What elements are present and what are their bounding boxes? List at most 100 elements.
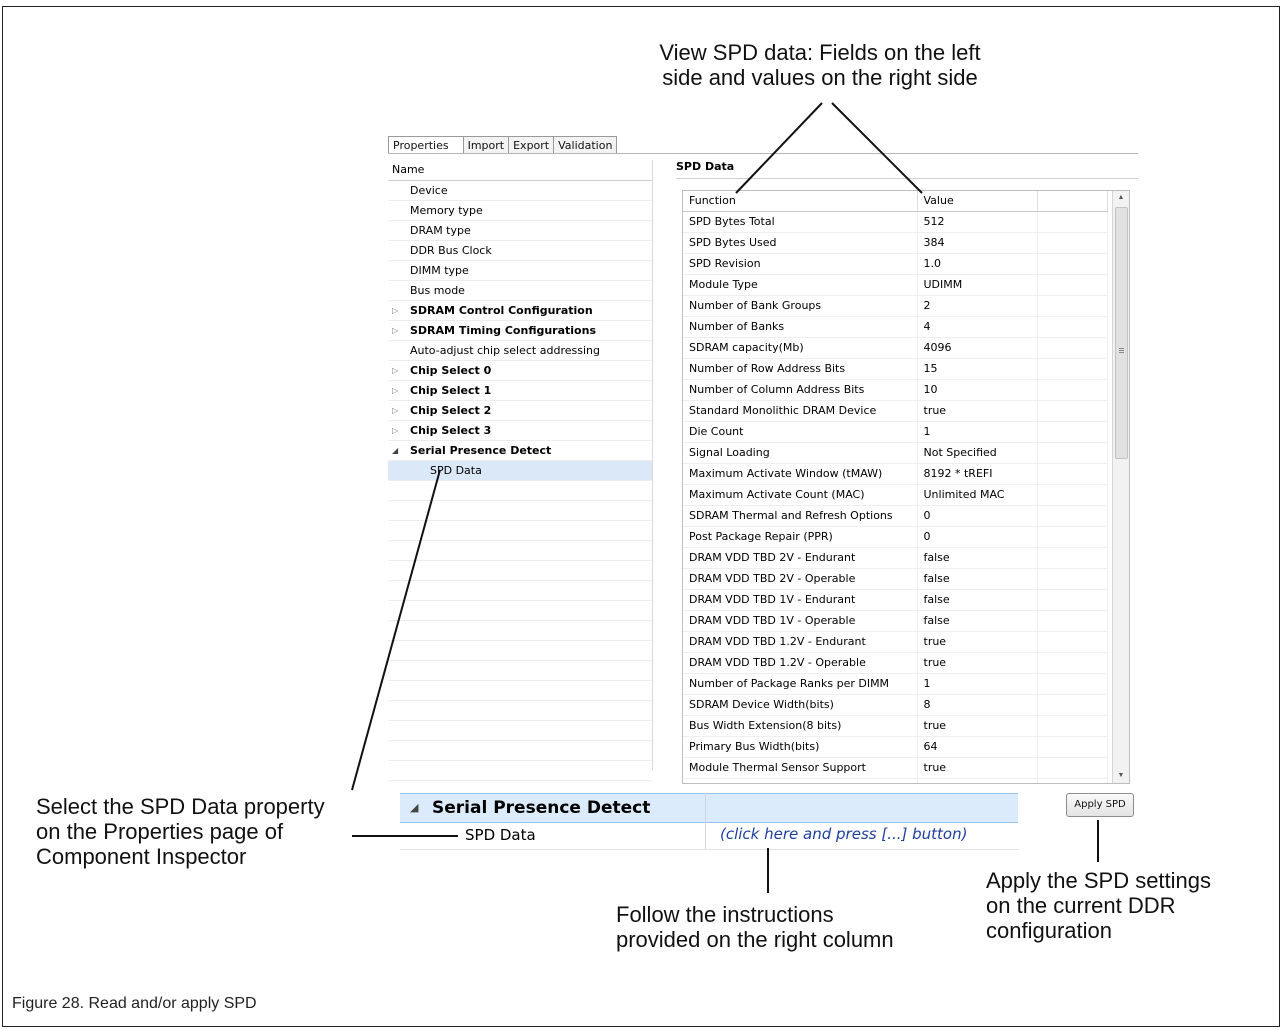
- spd-blank-cell: [1037, 421, 1108, 443]
- tree-item-chip-select-2[interactable]: ▷ Chip Select 2: [388, 401, 652, 421]
- tree-empty-row: [388, 681, 652, 701]
- spd-panel-title: SPD Data: [676, 160, 735, 173]
- table-row[interactable]: DRAM VDD TBD 1.2V - Operable true: [683, 652, 1108, 674]
- inset-section-label: Serial Presence Detect: [432, 798, 651, 818]
- table-row[interactable]: DRAM VDD TBD 1V - Operable false: [683, 610, 1108, 632]
- tree-empty-row: [388, 741, 652, 761]
- table-row[interactable]: Maximum Activate Window (tMAW) 8192 * tRE…: [683, 463, 1108, 485]
- tree-item-serial-presence-detect[interactable]: ◢ Serial Presence Detect: [388, 441, 652, 461]
- tree-item-dimm-type[interactable]: DIMM type: [388, 261, 652, 281]
- spd-blank-cell: [1037, 484, 1108, 506]
- spd-function-cell: DRAM VDD TBD 2V - Operable: [683, 568, 918, 590]
- middle-annotation-line1: Follow the instructions: [616, 902, 834, 927]
- table-row[interactable]: Number of Column Address Bits 10: [683, 379, 1108, 401]
- tree-item-label: DRAM type: [410, 224, 471, 237]
- tree-item-sdram-timing-configurations[interactable]: ▷ SDRAM Timing Configurations: [388, 321, 652, 341]
- spd-function-cell: SDRAM Thermal and Refresh Options: [683, 505, 918, 527]
- tree-item-device[interactable]: Device: [388, 181, 652, 201]
- table-row[interactable]: Primary Bus Width(bits) 64: [683, 736, 1108, 758]
- tree-item-sdram-control-configuration[interactable]: ▷ SDRAM Control Configuration: [388, 301, 652, 321]
- table-row[interactable]: Die Count 1: [683, 421, 1108, 443]
- table-row[interactable]: Number of Package Ranks per DIMM 1: [683, 673, 1108, 695]
- middle-annotation: Follow the instructions provided on the …: [616, 902, 956, 952]
- spd-function-cell: Post Package Repair (PPR): [683, 526, 918, 548]
- inset-spd-data-label[interactable]: SPD Data: [465, 826, 536, 844]
- table-row[interactable]: DRAM VDD TBD 2V - Endurant false: [683, 547, 1108, 569]
- tree-item-dram-type[interactable]: DRAM type: [388, 221, 652, 241]
- table-row[interactable]: Number of Row Address Bits 15: [683, 358, 1108, 380]
- tree-item-chip-select-0[interactable]: ▷ Chip Select 0: [388, 361, 652, 381]
- tree-item-spd-data[interactable]: SPD Data: [388, 461, 652, 481]
- spd-data-table: Function Value SPD Bytes Total 512 SPD Byt…: [682, 190, 1130, 784]
- column-header-value[interactable]: Value: [917, 191, 1038, 212]
- table-row[interactable]: Post Package Repair (PPR) 0: [683, 526, 1108, 548]
- table-row[interactable]: SDRAM Device Width(bits) 8: [683, 694, 1108, 716]
- tab-export[interactable]: Export: [508, 136, 555, 154]
- spd-function-cell: DRAM VDD TBD 1V - Endurant: [683, 589, 918, 611]
- spd-table-scrollbar[interactable]: ▲ ▼: [1112, 191, 1129, 783]
- spd-blank-cell: [1037, 547, 1108, 569]
- left-annotation-line3: Component Inspector: [36, 844, 247, 869]
- tree-item-auto-adjust[interactable]: Auto-adjust chip select addressing: [388, 341, 652, 361]
- inset-section-header[interactable]: ◢ Serial Presence Detect: [400, 793, 1018, 823]
- table-row[interactable]: SPD Revision 1.0: [683, 253, 1108, 275]
- spd-blank-cell: [1037, 778, 1108, 783]
- table-row[interactable]: Signal Loading Not Specified: [683, 442, 1108, 464]
- table-row[interactable]: Standard Monolithic DRAM Device true: [683, 400, 1108, 422]
- tree-item-chip-select-1[interactable]: ▷ Chip Select 1: [388, 381, 652, 401]
- table-row[interactable]: Number of Bank Groups 2: [683, 295, 1108, 317]
- expand-arrow-icon[interactable]: ▷: [392, 321, 402, 340]
- table-row[interactable]: Bus Width Extension(8 bits) true: [683, 715, 1108, 737]
- tab-validation[interactable]: Validation: [553, 136, 618, 154]
- table-row[interactable]: Extended Base Module Type0: [683, 778, 1108, 783]
- spd-blank-cell: [1037, 463, 1108, 485]
- tab-properties[interactable]: Properties: [388, 136, 464, 154]
- tab-import[interactable]: Import: [462, 136, 510, 154]
- spd-function-cell: SPD Bytes Used: [683, 232, 918, 254]
- column-header-blank: [1037, 191, 1108, 212]
- table-row[interactable]: SPD Bytes Used 384: [683, 232, 1108, 254]
- table-row[interactable]: Maximum Activate Count (MAC) Unlimited MA…: [683, 484, 1108, 506]
- right-annotation: Apply the SPD settings on the current DD…: [986, 868, 1266, 943]
- collapse-arrow-icon[interactable]: ◢: [410, 794, 418, 822]
- scroll-up-arrow-icon[interactable]: ▲: [1113, 191, 1129, 205]
- table-row[interactable]: DRAM VDD TBD 1.2V - Endurant true: [683, 631, 1108, 653]
- spd-blank-cell: [1037, 274, 1108, 296]
- column-header-function[interactable]: Function: [683, 191, 918, 212]
- tree-item-label: SDRAM Control Configuration: [410, 304, 593, 317]
- tree-item-memory-type[interactable]: Memory type: [388, 201, 652, 221]
- expand-arrow-icon[interactable]: ▷: [392, 381, 402, 400]
- tree-empty-row: [388, 641, 652, 661]
- expand-arrow-icon[interactable]: ▷: [392, 361, 402, 380]
- spd-value-cell: 4: [917, 316, 1038, 338]
- inset-spd-data-value[interactable]: (click here and press [...] button): [720, 825, 967, 843]
- right-annotation-line1: Apply the SPD settings: [986, 868, 1212, 893]
- spd-value-cell: false: [917, 568, 1038, 590]
- spd-value-cell: Not Specified: [917, 442, 1038, 464]
- table-row[interactable]: DRAM VDD TBD 2V - Operable false: [683, 568, 1108, 590]
- expand-arrow-icon[interactable]: ▷: [392, 301, 402, 320]
- spd-function-cell: Module Type: [683, 274, 918, 296]
- table-row[interactable]: Module Thermal Sensor Support true: [683, 757, 1108, 779]
- table-row[interactable]: Module Type UDIMM: [683, 274, 1108, 296]
- spd-value-cell: 0: [917, 526, 1038, 548]
- table-row[interactable]: Number of Banks 4: [683, 316, 1108, 338]
- table-row[interactable]: SDRAM capacity(Mb) 4096: [683, 337, 1108, 359]
- table-row[interactable]: DRAM VDD TBD 1V - Endurant false: [683, 589, 1108, 611]
- table-row[interactable]: SDRAM Thermal and Refresh Options 0: [683, 505, 1108, 527]
- spd-value-cell: true: [917, 652, 1038, 674]
- expand-arrow-icon[interactable]: ▷: [392, 421, 402, 440]
- tree-item-bus-mode[interactable]: Bus mode: [388, 281, 652, 301]
- table-row[interactable]: SPD Bytes Total 512: [683, 211, 1108, 233]
- spd-blank-cell: [1037, 400, 1108, 422]
- collapse-arrow-icon[interactable]: ◢: [392, 441, 402, 460]
- tree-item-ddr-bus-clock[interactable]: DDR Bus Clock: [388, 241, 652, 261]
- apply-spd-button[interactable]: Apply SPD: [1066, 793, 1134, 817]
- tab-underline: [388, 153, 1138, 154]
- tree-header-name: Name: [388, 160, 652, 181]
- spd-value-cell: 64: [917, 736, 1038, 758]
- scroll-down-arrow-icon[interactable]: ▼: [1113, 769, 1129, 783]
- expand-arrow-icon[interactable]: ▷: [392, 401, 402, 420]
- tree-item-chip-select-3[interactable]: ▷ Chip Select 3: [388, 421, 652, 441]
- scroll-thumb[interactable]: [1115, 207, 1128, 459]
